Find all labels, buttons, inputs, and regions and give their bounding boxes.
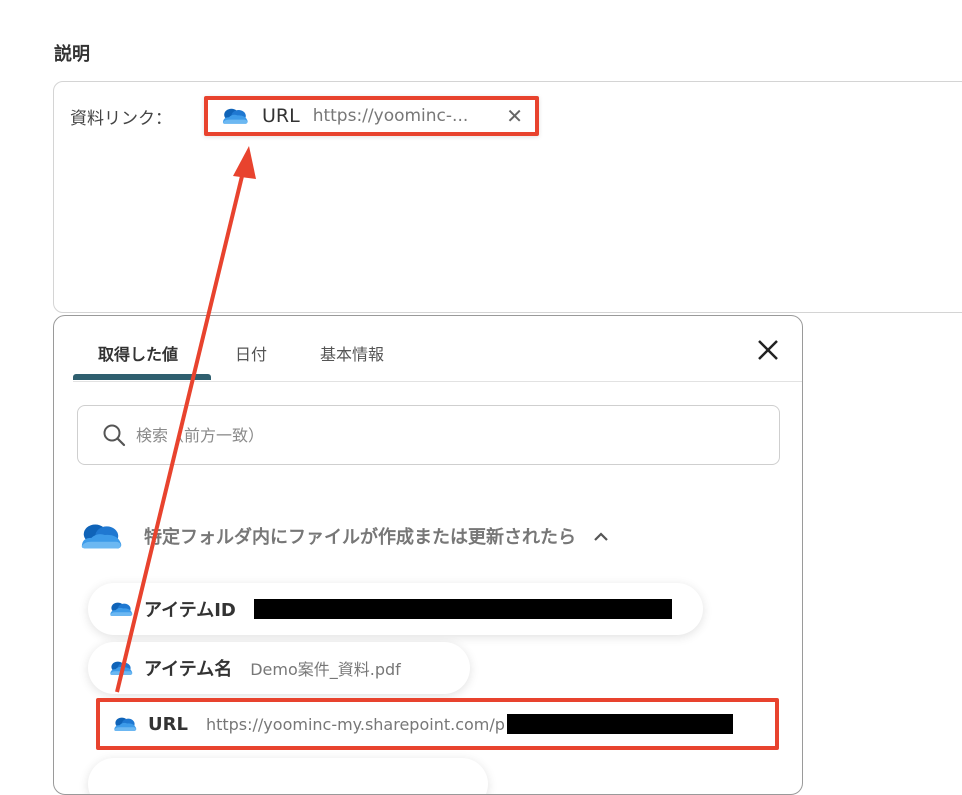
list-item-item-id[interactable]: アイテムID [88,583,703,635]
tab-bar: 取得した値 日付 基本情報 [73,316,802,382]
onedrive-icon [108,660,134,676]
close-icon[interactable] [754,336,782,364]
active-tab-indicator [73,374,211,380]
tab-basic-info[interactable]: 基本情報 [320,341,384,365]
search-icon [103,424,126,447]
onedrive-icon [78,521,124,551]
item-value: https://yoominc-my.sharepoint.com/p [205,714,505,734]
description-prefix-text: 資料リンク： [70,109,172,129]
url-token-chip[interactable]: URL https://yoominc-... ✕ [204,96,539,136]
tab-date[interactable]: 日付 [235,341,267,365]
chevron-up-icon[interactable] [592,530,610,542]
search-input[interactable] [134,424,738,446]
item-label: URL [148,713,188,735]
onedrive-icon [220,107,250,125]
tab-acquired-values[interactable]: 取得した値 [98,341,178,365]
trigger-group-header[interactable]: 特定フォルダ内にファイルが作成または更新されたら [78,518,778,554]
value-picker-panel: 取得した値 日付 基本情報 特定フォルダ内にファイルが作成または更新されたら ア… [53,315,803,795]
item-label: アイテムID [144,600,236,621]
onedrive-icon [108,601,134,617]
section-label: 説明 [54,44,90,65]
item-value: Demo案件_資料.pdf [250,660,401,679]
redacted-value [506,714,733,734]
group-title: 特定フォルダ内にファイルが作成または更新されたら [144,527,576,548]
item-label: アイテム名 [144,659,233,680]
redacted-value [253,599,672,619]
list-item-url[interactable]: URL https://yoominc-my.sharepoint.com/p [96,698,779,750]
list-item-item-name[interactable]: アイテム名 Demo案件_資料.pdf [88,642,470,694]
chip-value: https://yoominc-... [312,106,469,126]
chip-label: URL [262,105,300,127]
list-item[interactable] [88,758,488,794]
onedrive-icon [112,716,138,732]
search-box [77,405,780,465]
chip-close-icon[interactable]: ✕ [506,106,523,126]
description-field[interactable]: 資料リンク： URL https://yoominc-... ✕ [53,81,962,313]
